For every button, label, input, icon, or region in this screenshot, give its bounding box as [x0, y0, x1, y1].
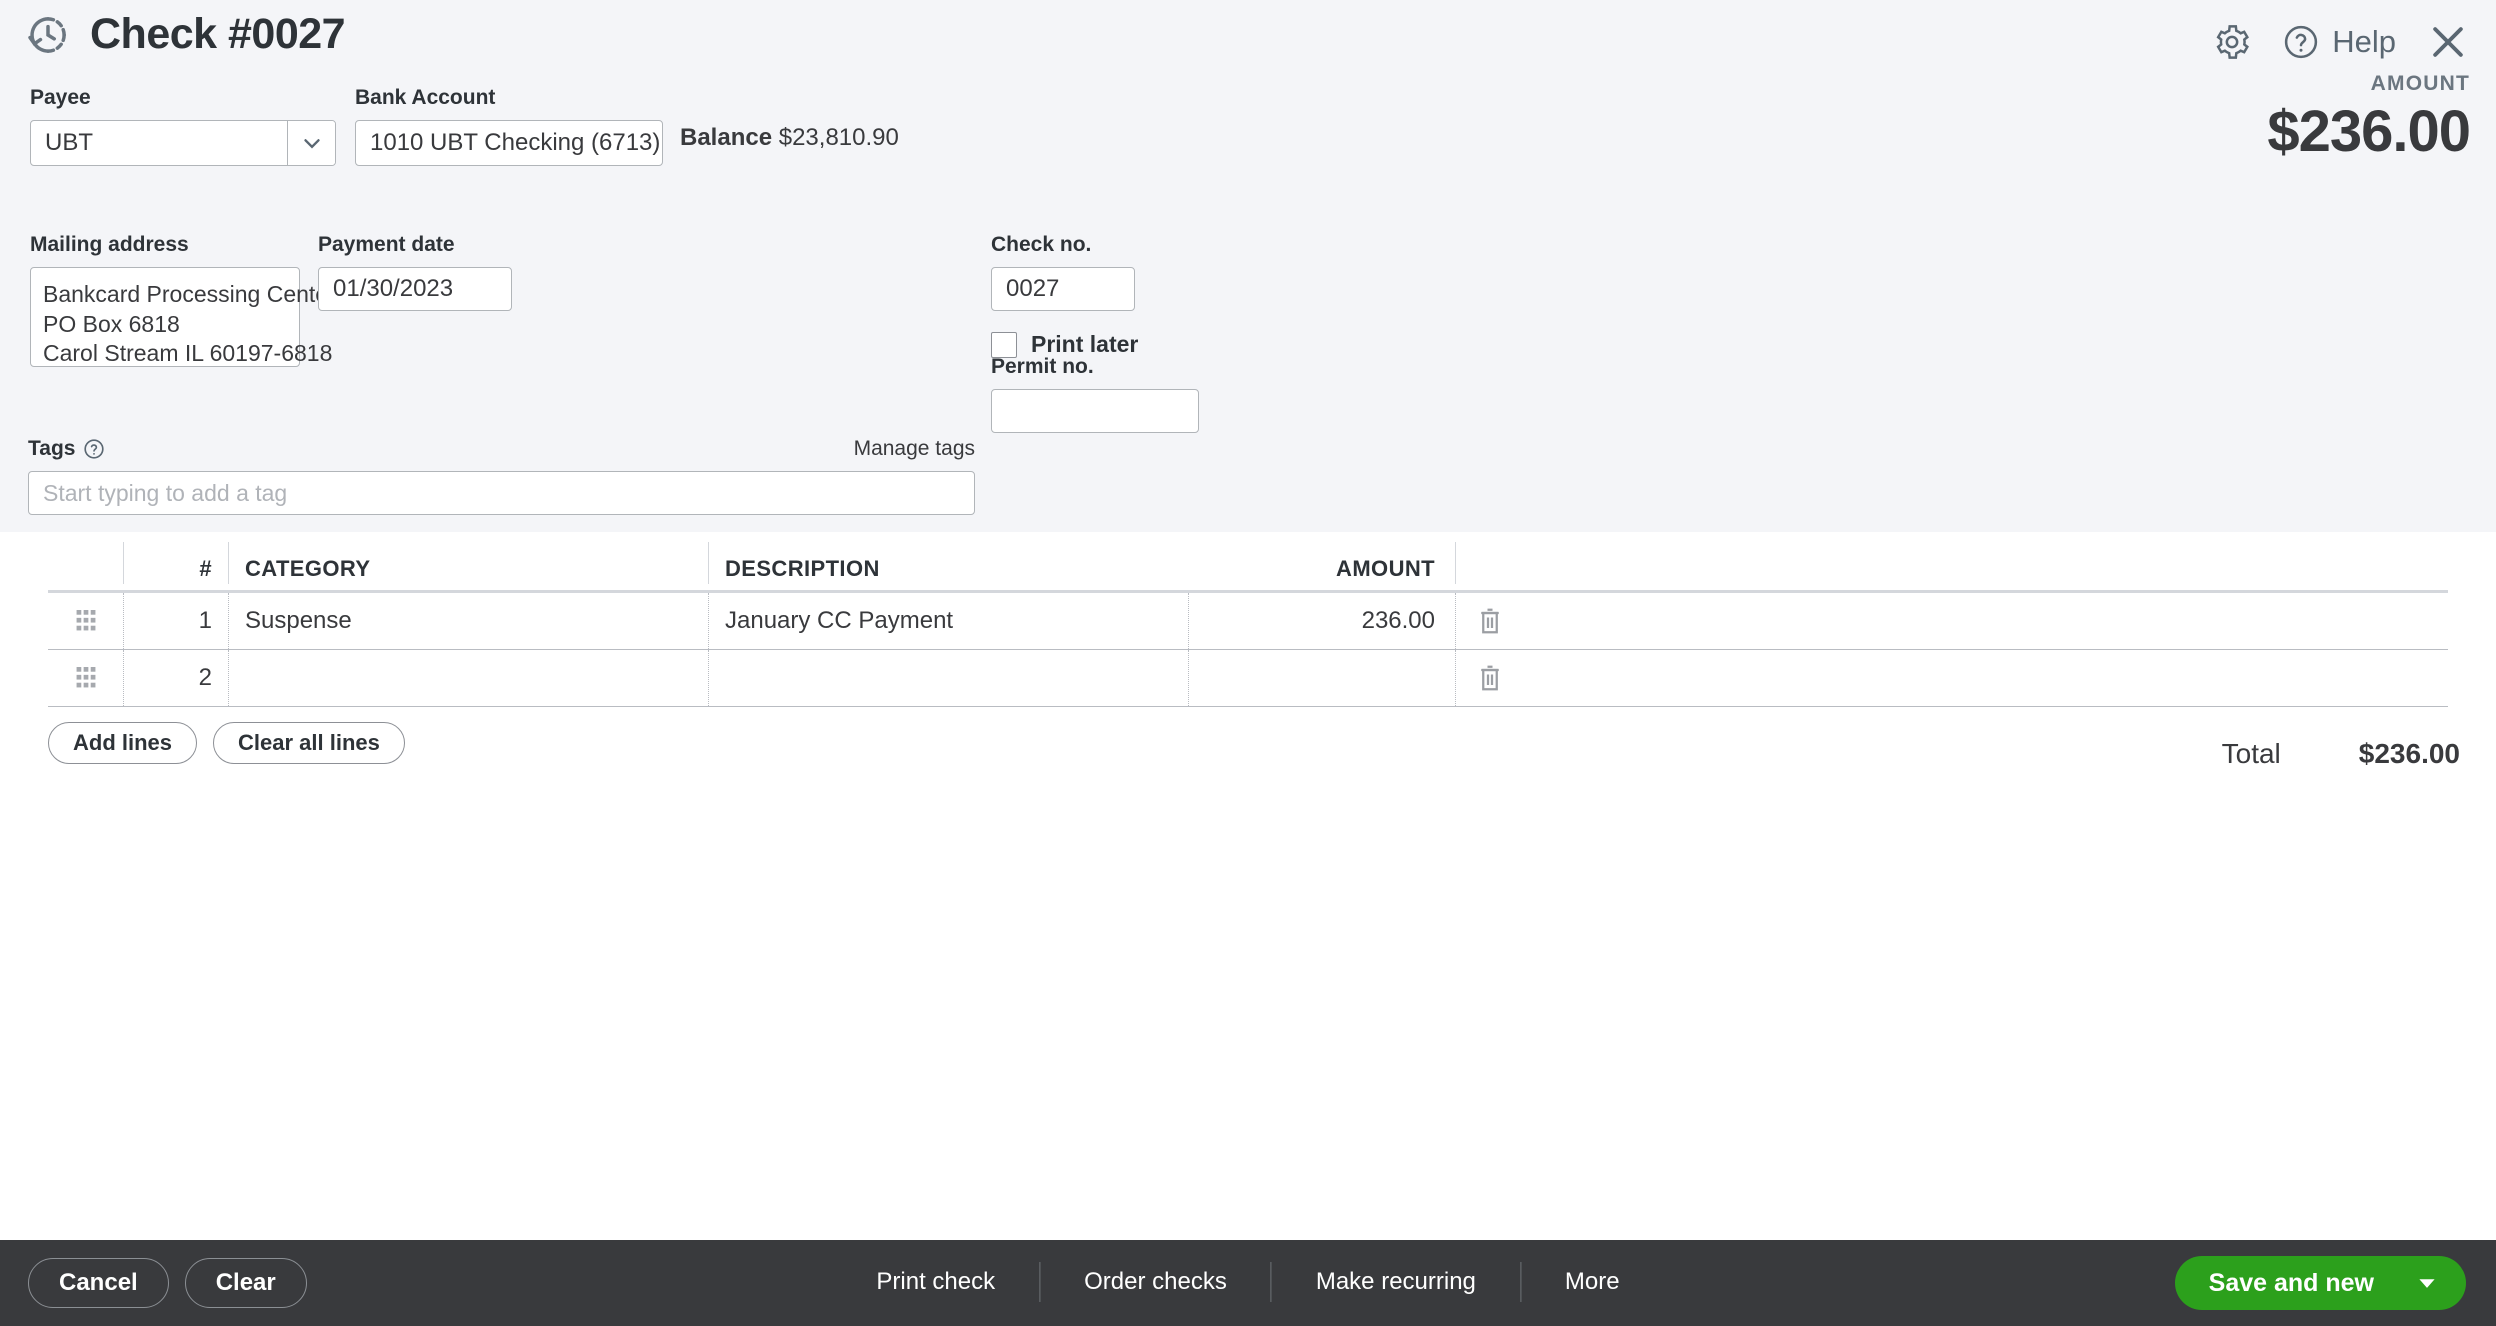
- trash-icon[interactable]: [1456, 593, 1524, 649]
- total-row: Total $236.00: [2222, 738, 2460, 770]
- add-lines-button[interactable]: Add lines: [48, 722, 198, 764]
- save-and-new-button[interactable]: Save and new: [2174, 1256, 2466, 1310]
- total-value: $236.00: [2358, 738, 2460, 769]
- mailing-address-line: Bankcard Processing Center: [43, 281, 336, 307]
- row-category[interactable]: [228, 650, 708, 706]
- line-items-table: # CATEGORY DESCRIPTION AMOUNT 1 Suspense…: [48, 542, 2448, 707]
- payment-date-label: Payment date: [318, 233, 455, 256]
- balance-label: Balance: [680, 124, 773, 151]
- close-x-icon[interactable]: [2426, 20, 2470, 64]
- tags-header: Tags Manage tags: [28, 437, 975, 461]
- help-button[interactable]: Help: [2282, 23, 2396, 61]
- column-header-category: CATEGORY: [228, 542, 708, 584]
- print-later-label: Print later: [1031, 331, 1139, 357]
- check-entry-screen: Check #0027 Help Payee UBT Bank Account …: [0, 0, 2496, 1326]
- footer-toolbar: Cancel Clear Print check Order checks Ma…: [0, 1240, 2496, 1326]
- mailing-address-label: Mailing address: [30, 233, 189, 256]
- table-row[interactable]: 2: [48, 650, 2448, 707]
- permit-no-label: Permit no.: [991, 355, 1094, 378]
- check-no-label: Check no.: [991, 233, 1092, 256]
- save-and-new-label: Save and new: [2208, 1268, 2374, 1297]
- payment-date-value: 01/30/2023: [333, 275, 454, 302]
- question-circle-small-icon[interactable]: [83, 438, 105, 460]
- permit-no-input[interactable]: [991, 389, 1199, 433]
- payee-select[interactable]: UBT: [30, 120, 336, 166]
- drag-handle-icon[interactable]: [48, 650, 123, 706]
- trash-icon[interactable]: [1456, 650, 1524, 706]
- question-circle-icon: [2285, 25, 2318, 59]
- table-row[interactable]: 1 Suspense January CC Payment 236.00: [48, 593, 2448, 650]
- footer-right-group: Save and new: [2174, 1256, 2466, 1310]
- row-number: 2: [123, 650, 228, 706]
- tags-label: Tags: [28, 437, 76, 460]
- row-number: 1: [123, 593, 228, 649]
- line-items-section: # CATEGORY DESCRIPTION AMOUNT 1 Suspense…: [0, 532, 2496, 1241]
- tags-placeholder: Start typing to add a tag: [43, 479, 288, 506]
- tags-input[interactable]: Start typing to add a tag: [28, 471, 975, 515]
- line-item-buttons: Add lines Clear all lines: [48, 722, 405, 764]
- footer-center-group: Print check Order checks Make recurring …: [832, 1262, 1663, 1302]
- amount-label: AMOUNT: [2370, 72, 2470, 95]
- amount-display: AMOUNT $236.00: [2267, 72, 2471, 165]
- balance-display: Balance $23,810.90: [680, 124, 899, 152]
- column-header-num: #: [123, 542, 228, 584]
- check-no-group: Check no. 0027 Print later: [991, 233, 1138, 358]
- bank-account-select[interactable]: 1010 UBT Checking (6713): [355, 120, 663, 166]
- row-category[interactable]: Suspense: [228, 593, 708, 649]
- row-description[interactable]: January CC Payment: [708, 593, 1188, 649]
- mailing-address-line: PO Box 6818: [43, 310, 180, 337]
- clear-all-lines-button[interactable]: Clear all lines: [213, 722, 405, 764]
- row-amount[interactable]: 236.00: [1188, 593, 1456, 649]
- header-delete-spacer: [1456, 542, 1524, 584]
- cancel-button[interactable]: Cancel: [28, 1258, 169, 1308]
- chevron-down-icon[interactable]: [287, 121, 335, 165]
- caret-down-icon[interactable]: [2414, 1270, 2440, 1296]
- drag-handle-icon[interactable]: [48, 593, 123, 649]
- footer-left-group: Cancel Clear: [28, 1258, 307, 1308]
- column-header-amount: AMOUNT: [1188, 542, 1456, 584]
- payee-field-group: Payee UBT: [30, 86, 336, 166]
- payment-date-input[interactable]: 01/30/2023: [318, 267, 512, 311]
- table-header-row: # CATEGORY DESCRIPTION AMOUNT: [48, 542, 2448, 584]
- header-handle-spacer: [48, 542, 123, 584]
- balance-value: $23,810.90: [778, 124, 899, 151]
- bank-account-value: 1010 UBT Checking (6713): [370, 129, 661, 156]
- clear-button[interactable]: Clear: [184, 1258, 307, 1308]
- manage-tags-link[interactable]: Manage tags: [854, 437, 975, 461]
- tags-section: Tags Manage tags Start typing to add a t…: [28, 437, 975, 515]
- bank-account-label: Bank Account: [355, 86, 496, 109]
- check-no-value: 0027: [1006, 275, 1060, 302]
- page-title: Check #0027: [90, 10, 346, 58]
- row-description[interactable]: [708, 650, 1188, 706]
- header-right-group: Help: [2212, 20, 2470, 64]
- row-amount[interactable]: [1188, 650, 1456, 706]
- permit-no-group: Permit no.: [991, 355, 1199, 433]
- history-clock-icon[interactable]: [26, 13, 70, 57]
- column-header-description: DESCRIPTION: [708, 542, 1188, 584]
- mailing-address-group: Mailing address Bankcard Processing Cent…: [30, 233, 336, 367]
- total-label: Total: [2221, 738, 2281, 769]
- page-header: Check #0027 Help: [0, 0, 2496, 92]
- mailing-address-line: Carol Stream IL 60197-6818: [43, 340, 333, 367]
- amount-value: $236.00: [2267, 99, 2471, 164]
- tags-label-group: Tags: [28, 437, 105, 461]
- payee-label: Payee: [30, 86, 91, 109]
- order-checks-button[interactable]: Order checks: [1040, 1262, 1271, 1302]
- gear-icon[interactable]: [2212, 22, 2252, 62]
- more-button[interactable]: More: [1521, 1262, 1664, 1302]
- payment-date-group: Payment date 01/30/2023: [318, 233, 512, 311]
- help-label: Help: [2332, 24, 2396, 59]
- payee-value: UBT: [45, 129, 93, 156]
- check-no-input[interactable]: 0027: [991, 267, 1135, 311]
- print-later-row[interactable]: Print later: [991, 331, 1138, 358]
- print-later-checkbox[interactable]: [991, 331, 1017, 358]
- bank-account-field-group: Bank Account 1010 UBT Checking (6713): [355, 86, 663, 166]
- make-recurring-button[interactable]: Make recurring: [1272, 1262, 1520, 1302]
- mailing-address-textarea[interactable]: Bankcard Processing Center PO Box 6818 C…: [30, 267, 336, 367]
- print-check-button[interactable]: Print check: [832, 1262, 1039, 1302]
- header-left-group: Check #0027: [26, 10, 346, 59]
